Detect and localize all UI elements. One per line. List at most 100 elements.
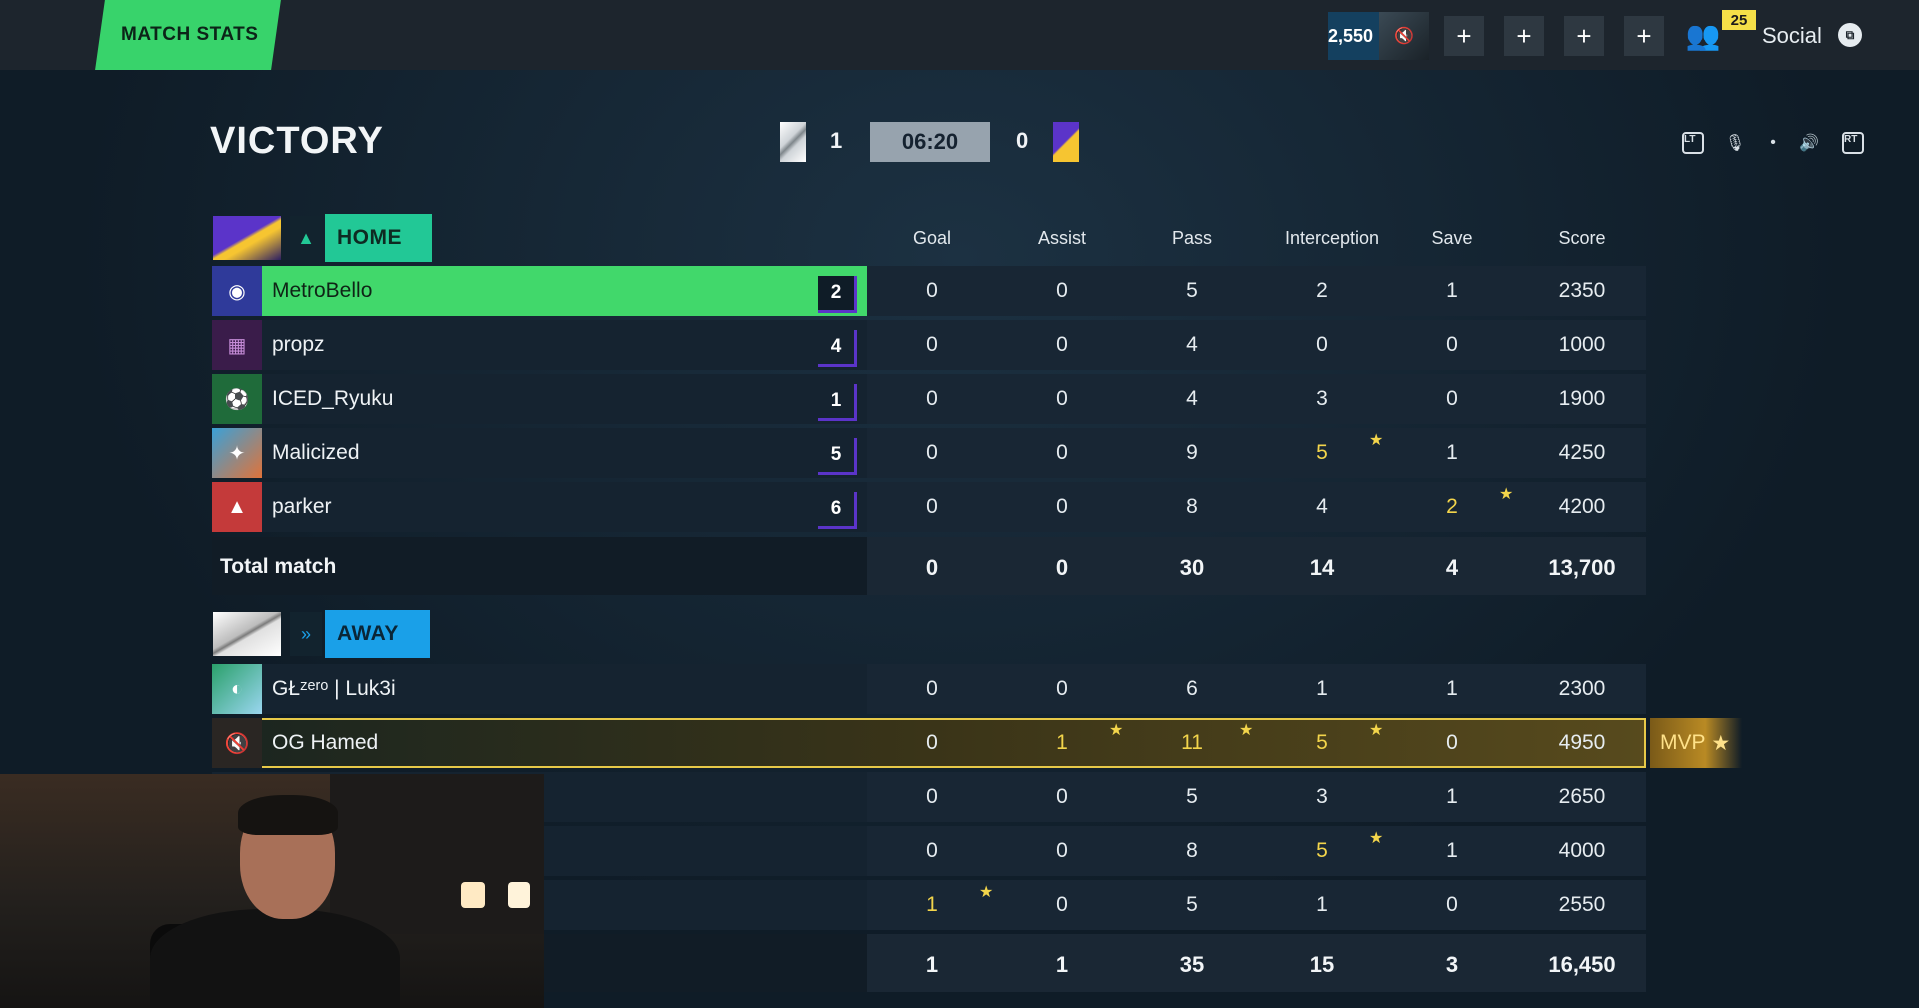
discord-avatar-icon: ◉: [212, 266, 262, 316]
stat-score: 2350: [1558, 279, 1606, 302]
col-header-save: Save: [1431, 228, 1473, 248]
party-slot-button-2[interactable]: +: [1504, 16, 1544, 56]
total-label: Total match: [220, 555, 337, 578]
home-team-label: HOME: [325, 214, 432, 262]
stat-score: 4250: [1558, 441, 1606, 464]
away-team-flag-icon: [1053, 122, 1079, 162]
best-stat-star-icon: ★: [979, 884, 994, 901]
muted-avatar-icon: 🔇: [212, 718, 262, 768]
muted-player-thumbnail[interactable]: 🔇: [1379, 12, 1429, 60]
home-team-flag-icon: [780, 122, 806, 162]
table-row[interactable]: ▦ propz 4 0 0 4 0 0 1000: [212, 320, 1646, 370]
stat-goal: 0: [926, 387, 938, 410]
position-badge: 6: [818, 492, 857, 529]
stat-pass: 5: [1186, 785, 1198, 808]
stat-pass: 11: [1181, 731, 1203, 754]
total-pass: 35: [1179, 952, 1205, 977]
position-badge: 1: [818, 384, 857, 421]
plus-icon: +: [1456, 20, 1472, 51]
party-slot-button-4[interactable]: +: [1624, 16, 1664, 56]
friends-icon[interactable]: 👥: [1685, 16, 1721, 54]
mute-icon: 🔇: [1394, 28, 1414, 45]
col-header-interception: Interception: [1284, 228, 1380, 248]
position-badge: 4: [818, 330, 857, 367]
party-slot-button-3[interactable]: +: [1564, 16, 1604, 56]
stat-save: 0: [1446, 387, 1458, 410]
away-team-label: AWAY: [325, 610, 430, 658]
stat-save: 0: [1446, 333, 1458, 356]
stat-score: 4200: [1558, 495, 1606, 518]
total-score: 16,450: [1548, 952, 1616, 977]
player-name: parker: [272, 495, 332, 518]
best-stat-star-icon: ★: [1109, 722, 1124, 739]
mic-muted-icon[interactable]: 🎙: [1722, 130, 1748, 156]
stat-interception: 5: [1316, 731, 1328, 754]
plus-icon: +: [1516, 20, 1532, 51]
separator-dot-icon: •: [1770, 134, 1776, 151]
table-row[interactable]: ⚽ ICED_Ryuku 1 0 0 4 3 0 1900: [212, 374, 1646, 424]
stat-pass: 5: [1186, 893, 1198, 916]
stat-assist: 0: [1056, 495, 1068, 518]
party-slot-button-1[interactable]: +: [1444, 16, 1484, 56]
stat-interception: 0: [1316, 333, 1328, 356]
stat-assist: 0: [1056, 387, 1068, 410]
stat-score: 2650: [1558, 785, 1606, 808]
table-row[interactable]: ▲ parker 6 0 0 8 4 2 ★ 4200: [212, 482, 1646, 532]
away-team-logo-icon: »: [290, 612, 322, 656]
stat-save: 0: [1446, 731, 1458, 754]
mvp-star-icon: ★: [1711, 731, 1731, 755]
stat-score: 2550: [1558, 893, 1606, 916]
stat-score: 4950: [1558, 731, 1606, 754]
player-name: GŁᶻᵉʳᵒ | Luk3i: [272, 677, 396, 700]
stat-assist: 0: [1056, 333, 1068, 356]
social-key-icon: ⧉: [1838, 23, 1862, 47]
total-assist: 0: [1055, 555, 1069, 580]
stat-assist: 1: [1056, 731, 1068, 754]
total-assist: 1: [1055, 952, 1069, 977]
home-total-row: Total match 0 0 30 14 4 13,700: [212, 537, 1646, 595]
ball-avatar-icon: ◐: [212, 664, 262, 714]
adidas-avatar-icon: ▲: [212, 482, 262, 532]
position-badge: 5: [818, 438, 857, 475]
stat-pass: 8: [1186, 839, 1198, 862]
col-header-score: Score: [1558, 228, 1606, 248]
lamp-light: [461, 882, 485, 908]
home-score: 1: [830, 128, 843, 153]
stat-pass: 4: [1186, 333, 1198, 356]
stat-interception: 2: [1316, 279, 1328, 302]
stat-interception: 4: [1316, 495, 1328, 518]
stat-pass: 4: [1186, 387, 1198, 410]
lt-button-icon[interactable]: LT: [1680, 130, 1706, 156]
total-goal: 0: [925, 555, 939, 580]
total-save: 4: [1445, 555, 1459, 580]
stat-save: 1: [1446, 441, 1458, 464]
player-name: propz: [272, 333, 325, 356]
currency-value: 2,550: [1328, 25, 1374, 46]
best-stat-star-icon: ★: [1369, 432, 1384, 449]
table-row[interactable]: ✦ Malicized 5 0 0 9 5 ★ 1 4250: [212, 428, 1646, 478]
stat-score: 1900: [1558, 387, 1606, 410]
top-bar: MATCH STATS 2,550 🔇 + + + + 👥 25 Social …: [0, 0, 1919, 70]
table-row[interactable]: ◉ MetroBello 2 0 0 5 2 1 2350: [212, 266, 1646, 316]
webcam-overlay: [0, 774, 544, 1008]
stat-goal: 1: [926, 893, 938, 916]
rt-key-label: RT: [1842, 132, 1864, 154]
stat-goal: 0: [926, 279, 938, 302]
table-row[interactable]: ◐ GŁᶻᵉʳᵒ | Luk3i 0 0 6 1 1 2300: [212, 664, 1646, 714]
streamer-body: [150, 909, 400, 1008]
stat-assist: 0: [1056, 279, 1068, 302]
stat-goal: 0: [926, 441, 938, 464]
rt-button-icon[interactable]: RT: [1840, 130, 1866, 156]
best-stat-star-icon: ★: [1239, 722, 1254, 739]
speaker-icon[interactable]: 🔊: [1796, 130, 1822, 156]
stat-goal: 0: [926, 731, 938, 754]
col-header-goal: Goal: [912, 228, 952, 248]
home-team-logo-icon: ▲: [290, 216, 322, 260]
social-button[interactable]: Social: [1762, 23, 1822, 49]
tab-match-stats-label[interactable]: MATCH STATS: [121, 24, 258, 46]
table-row[interactable]: 🔇 OG Hamed 0 1 ★ 11 ★ 5 ★ 0 4950: [212, 718, 1646, 768]
stat-assist: 0: [1056, 677, 1068, 700]
predator-avatar-icon: ▦: [212, 320, 262, 370]
stat-pass: 9: [1186, 441, 1198, 464]
stat-assist: 0: [1056, 441, 1068, 464]
